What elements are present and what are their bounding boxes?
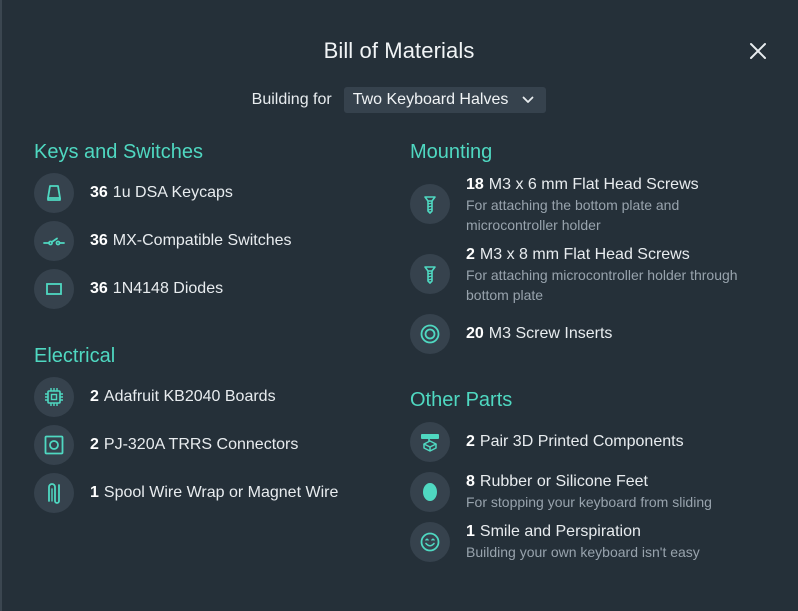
item-quantity: 2 xyxy=(466,433,475,450)
item-description: For attaching the bottom plate and xyxy=(466,197,680,213)
item-name: 1N4148 Diodes xyxy=(112,280,224,297)
section-title-keys: Keys and Switches xyxy=(34,141,203,163)
icon-badge xyxy=(410,422,450,462)
list-item: 1 Spool Wire Wrap or Magnet Wire xyxy=(34,473,338,513)
chevron-down-icon xyxy=(522,96,534,103)
icon-badge xyxy=(34,173,74,213)
close-icon xyxy=(750,43,766,59)
switch-icon xyxy=(43,237,65,246)
icon-badge xyxy=(410,254,450,294)
foot-icon xyxy=(423,483,437,501)
list-item: 2 PJ-320A TRRS Connectors xyxy=(34,425,298,465)
list-item: 2 Adafruit KB2040 Boards xyxy=(34,377,276,417)
item-description: Building your own keyboard isn't easy xyxy=(466,544,700,560)
screw-icon xyxy=(424,196,436,214)
item-description: For stopping your keyboard from sliding xyxy=(466,494,712,510)
item-quantity: 1 xyxy=(90,484,99,501)
section-title-mounting: Mounting xyxy=(410,141,493,163)
screw-icon xyxy=(424,266,436,284)
insert-icon xyxy=(420,324,440,344)
item-quantity: 8 xyxy=(466,473,475,490)
item-description: bottom plate xyxy=(466,287,544,303)
item-description: For attaching microcontroller holder thr… xyxy=(466,267,738,283)
item-name: Pair 3D Printed Components xyxy=(479,433,684,450)
icon-badge xyxy=(410,184,450,224)
item-quantity: 36 xyxy=(90,184,108,201)
building-for-label: Building for xyxy=(251,91,332,108)
list-item: 2 Pair 3D Printed Components xyxy=(410,422,684,462)
list-item: 2 M3 x 8 mm Flat Head Screws For attachin… xyxy=(410,245,738,305)
section-title-other: Other Parts xyxy=(410,389,513,411)
wire-icon xyxy=(48,483,60,504)
building-for-value: Two Keyboard Halves xyxy=(352,91,509,108)
item-quantity: 36 xyxy=(90,280,108,297)
printer-icon xyxy=(421,434,439,452)
close-button[interactable] xyxy=(746,39,770,63)
section-title-electrical: Electrical xyxy=(34,345,116,367)
icon-badge xyxy=(34,269,74,309)
item-quantity: 2 xyxy=(90,388,99,405)
item-name: 1u DSA Keycaps xyxy=(112,184,233,201)
list-item: 36 MX-Compatible Switches xyxy=(34,221,292,261)
item-quantity: 2 xyxy=(466,246,475,263)
item-name: Adafruit KB2040 Boards xyxy=(103,388,276,405)
list-item: 8 Rubber or Silicone Feet For stopping yo… xyxy=(410,472,712,512)
building-for-row: Building for Two Keyboard Halves xyxy=(0,87,798,113)
icon-badge xyxy=(34,425,74,465)
item-quantity: 2 xyxy=(90,436,99,453)
item-quantity: 20 xyxy=(466,325,484,342)
dialog-title: Bill of Materials xyxy=(323,38,475,63)
list-item: 18 M3 x 6 mm Flat Head Screws For attachi… xyxy=(410,175,699,235)
item-name: Rubber or Silicone Feet xyxy=(479,473,648,490)
item-name: Smile and Perspiration xyxy=(479,523,641,540)
icon-badge xyxy=(410,314,450,354)
item-name: M3 x 8 mm Flat Head Screws xyxy=(479,246,690,263)
building-for-select[interactable]: Two Keyboard Halves xyxy=(343,87,547,113)
icon-badge xyxy=(410,472,450,512)
list-item: 1 Smile and Perspiration Building your ow… xyxy=(410,522,700,562)
item-name: Spool Wire Wrap or Magnet Wire xyxy=(103,484,339,501)
item-name: M3 Screw Inserts xyxy=(488,325,613,342)
item-name: M3 x 6 mm Flat Head Screws xyxy=(488,176,699,193)
item-name: PJ-320A TRRS Connectors xyxy=(103,436,299,453)
icon-badge xyxy=(34,221,74,261)
keycap-icon xyxy=(47,185,61,201)
list-item: 36 1u DSA Keycaps xyxy=(34,173,233,213)
smile-icon xyxy=(420,532,440,552)
item-name: MX-Compatible Switches xyxy=(112,232,292,249)
list-item: 36 1N4148 Diodes xyxy=(34,269,223,309)
chip-icon xyxy=(45,388,63,406)
icon-badge xyxy=(34,377,74,417)
bill-of-materials-dialog: Bill of Materials Building for Two Keybo… xyxy=(0,0,798,611)
item-description: microcontroller holder xyxy=(466,217,601,233)
item-quantity: 1 xyxy=(466,523,475,540)
icon-badge xyxy=(410,522,450,562)
connector-icon xyxy=(44,435,64,455)
item-quantity: 18 xyxy=(466,176,484,193)
icon-badge xyxy=(34,473,74,513)
diode-icon xyxy=(46,283,62,295)
item-quantity: 36 xyxy=(90,232,108,249)
list-item: 20 M3 Screw Inserts xyxy=(410,314,612,354)
